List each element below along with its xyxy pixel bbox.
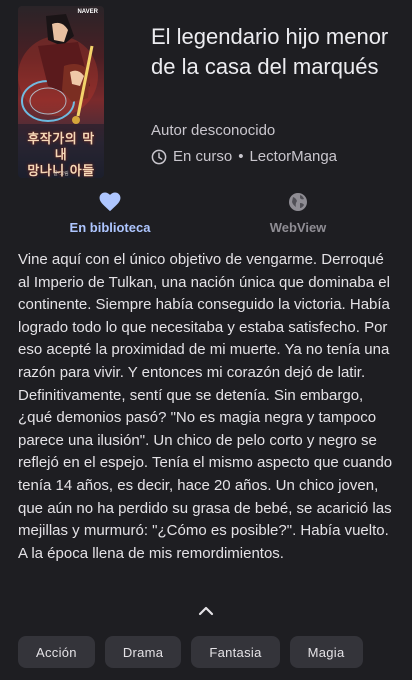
cover-title-line1: 후작가의 막내 [27,132,95,163]
manga-title: El legendario hijo menor de la casa del … [151,24,389,79]
genre-chips: Acción Drama Fantasia Magia [18,636,363,668]
status-text: En curso [173,148,233,165]
clock-icon [151,149,167,165]
genre-chip[interactable]: Drama [104,636,182,668]
library-label: En biblioteca [69,220,151,235]
manga-description: Vine aquí con el único objetivo de venga… [18,251,393,562]
genre-chip[interactable]: Magia [289,636,363,668]
action-bar: En biblioteca WebView [0,192,412,242]
status-row: En curso • LectorManga [151,148,337,165]
library-button[interactable]: En biblioteca [40,192,180,240]
cover-badge: NAVER [77,9,98,15]
status-separator: • [238,148,244,165]
cover-image[interactable]: NAVER 후작가의 막내 망나니 아들 글·그림 [18,6,104,178]
genre-chip[interactable]: Acción [18,636,95,668]
cover-authors: 글·그림 [53,171,69,177]
webview-button[interactable]: WebView [228,192,368,240]
genre-chip[interactable]: Fantasia [191,636,280,668]
chevron-up-icon[interactable] [194,603,218,619]
globe-icon [288,192,308,212]
heart-icon [99,192,121,212]
manga-header: NAVER 후작가의 막내 망나니 아들 글·그림 El legendario … [0,0,412,190]
source-name[interactable]: LectorManga [249,148,337,165]
manga-author[interactable]: Autor desconocido [151,122,275,139]
webview-label: WebView [269,220,327,235]
